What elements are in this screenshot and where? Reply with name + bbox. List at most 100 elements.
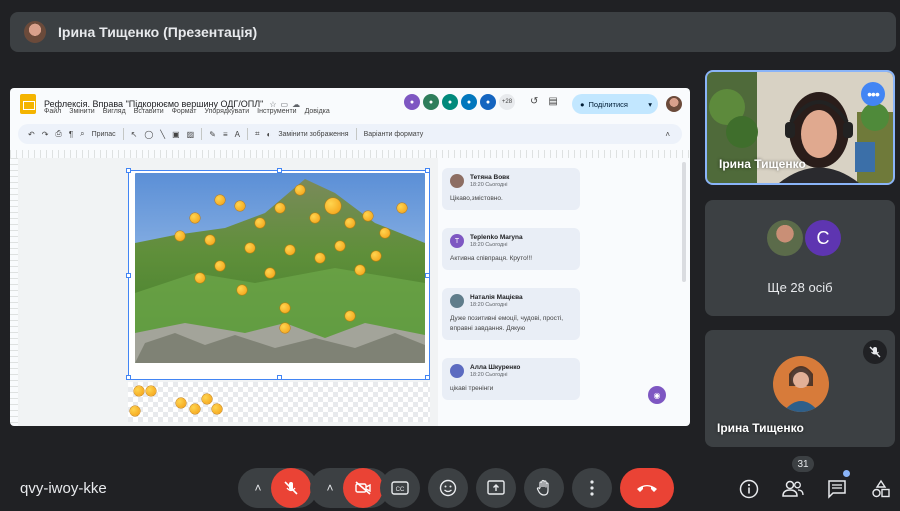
menu-arrange: Упорядкувати	[204, 108, 250, 115]
others-tile[interactable]: C Ще 28 осіб	[705, 200, 895, 316]
chat-icon[interactable]	[824, 476, 850, 502]
emoji-icon	[439, 479, 457, 497]
activities-icon[interactable]	[868, 476, 894, 502]
emoji-sticker	[295, 185, 305, 195]
collapse-icon: ˄	[665, 129, 670, 139]
leave-call-button[interactable]	[620, 468, 674, 508]
participant-name: Ірина Тищенко	[717, 421, 804, 435]
slides-menu: Файл Змінити Вигляд Вставити Формат Упор…	[44, 108, 330, 115]
collaborator-avatar: ●	[423, 94, 439, 110]
collaborator-avatars: ● ● ● ● ● +28	[404, 94, 515, 110]
meeting-code: qvy-iwoy-kke	[20, 480, 107, 497]
resize-handle	[277, 375, 282, 380]
redo-icon: ↷	[41, 129, 49, 139]
emoji-sticker	[235, 201, 245, 211]
comment-avatar	[450, 174, 464, 188]
comment-author: Тетяна Вовк	[470, 174, 510, 181]
mic-toggle-button[interactable]	[271, 468, 311, 508]
shape-icon: ◯	[144, 129, 154, 139]
hang-up-icon	[637, 485, 657, 492]
meeting-info-icon[interactable]	[736, 476, 762, 502]
more-options-button[interactable]	[572, 468, 612, 508]
emoji-sticker	[363, 211, 373, 221]
toolbar-divider	[246, 128, 248, 140]
emoji-sticker	[245, 243, 255, 253]
emoji-sticker	[275, 203, 285, 213]
emoji-sticker	[335, 241, 345, 251]
comment-avatar	[450, 364, 464, 378]
camera-toggle-button[interactable]	[343, 468, 383, 508]
share-label: Поділитися	[588, 99, 628, 109]
comments-scrollbar	[682, 162, 686, 282]
emoji-sticker	[265, 268, 275, 278]
select-icon: ↖	[130, 129, 138, 139]
mask-icon: ◐	[266, 129, 272, 139]
participants-count-badge: 31	[792, 456, 814, 472]
collaborator-avatar: ●	[442, 94, 458, 110]
emoji-sticker	[190, 213, 200, 223]
speaker-name: Ірина Тищенко	[719, 157, 806, 171]
comment-icon: ▤	[548, 96, 558, 107]
speaker-tile[interactable]: ••• Ірина Тищенко	[705, 70, 895, 185]
participant-tile[interactable]: Ірина Тищенко	[705, 330, 895, 447]
reactions-button[interactable]	[428, 468, 468, 508]
emoji-sticker	[280, 323, 290, 333]
present-button[interactable]	[476, 468, 516, 508]
emoji-sticker	[176, 398, 186, 408]
emoji-sticker	[190, 404, 200, 414]
globe-icon: ●	[580, 99, 585, 109]
emoji-sticker	[310, 213, 320, 223]
emoji-sticker	[255, 218, 265, 228]
present-screen-icon	[487, 480, 505, 495]
emoji-sticker	[355, 265, 365, 275]
raise-hand-button[interactable]	[524, 468, 564, 508]
presenter-avatar	[24, 21, 46, 43]
resize-handle	[126, 168, 131, 173]
undo-icon: ↶	[28, 129, 35, 139]
format-options-button: Варіанти формату	[363, 130, 424, 138]
collaborators-more: +28	[499, 94, 515, 110]
people-icon[interactable]	[780, 476, 806, 502]
emoji-sticker	[215, 195, 225, 205]
emoji-sticker	[215, 261, 225, 271]
participant-avatar	[767, 220, 803, 256]
captions-icon: CC	[391, 481, 409, 495]
line-icon: ╲	[160, 129, 166, 139]
text-color-icon: A	[234, 129, 240, 139]
more-options-icon[interactable]: •••	[861, 82, 885, 106]
menu-insert: Вставити	[133, 108, 164, 115]
slide-canvas	[18, 158, 438, 426]
menu-tools: Інструменти	[257, 108, 297, 115]
emoji-sticker	[175, 231, 185, 241]
menu-help: Довідка	[304, 108, 330, 115]
camera-options-chevron-icon[interactable]: ˄	[317, 468, 343, 508]
camera-off-icon	[355, 481, 371, 495]
comment-time: 18:20 Сьогодні	[470, 302, 508, 308]
shared-screen[interactable]: Рефлексія. Вправа "Підкорюємо вершину ОД…	[10, 88, 690, 426]
comment-author: Алла Шкуренко	[470, 364, 521, 371]
paint-format-icon: ¶	[68, 129, 74, 139]
history-icon: ↺	[530, 96, 539, 107]
comment-time: 18:20 Сьогодні	[470, 242, 508, 248]
comment-author: Teplenko Maryna	[470, 234, 523, 241]
pen-icon: ✎	[209, 129, 216, 139]
zoom-icon: ⌕	[80, 129, 85, 138]
resize-handle	[126, 375, 131, 380]
others-avatars: C	[767, 220, 841, 256]
resize-handle	[425, 273, 430, 278]
mic-options-chevron-icon[interactable]: ˄	[245, 468, 271, 508]
toolbar-divider	[201, 128, 203, 140]
comment-time: 18:20 Сьогодні	[470, 372, 508, 378]
share-button: ● Поділитися ▾	[572, 94, 658, 114]
toolbar-divider	[122, 128, 124, 140]
mic-control: ˄	[238, 468, 318, 508]
captions-button[interactable]: CC	[380, 468, 420, 508]
emoji-sticker	[345, 218, 355, 228]
slide	[126, 168, 430, 380]
comment-author: Наталія Мацієва	[470, 294, 523, 301]
hand-icon	[536, 479, 549, 496]
comment-text: Активна співпраця. Круто!!!	[450, 255, 533, 262]
participant-avatar: C	[805, 220, 841, 256]
comment-text: цікаві тренінги	[450, 385, 494, 392]
collaborator-avatar: ●	[480, 94, 496, 110]
